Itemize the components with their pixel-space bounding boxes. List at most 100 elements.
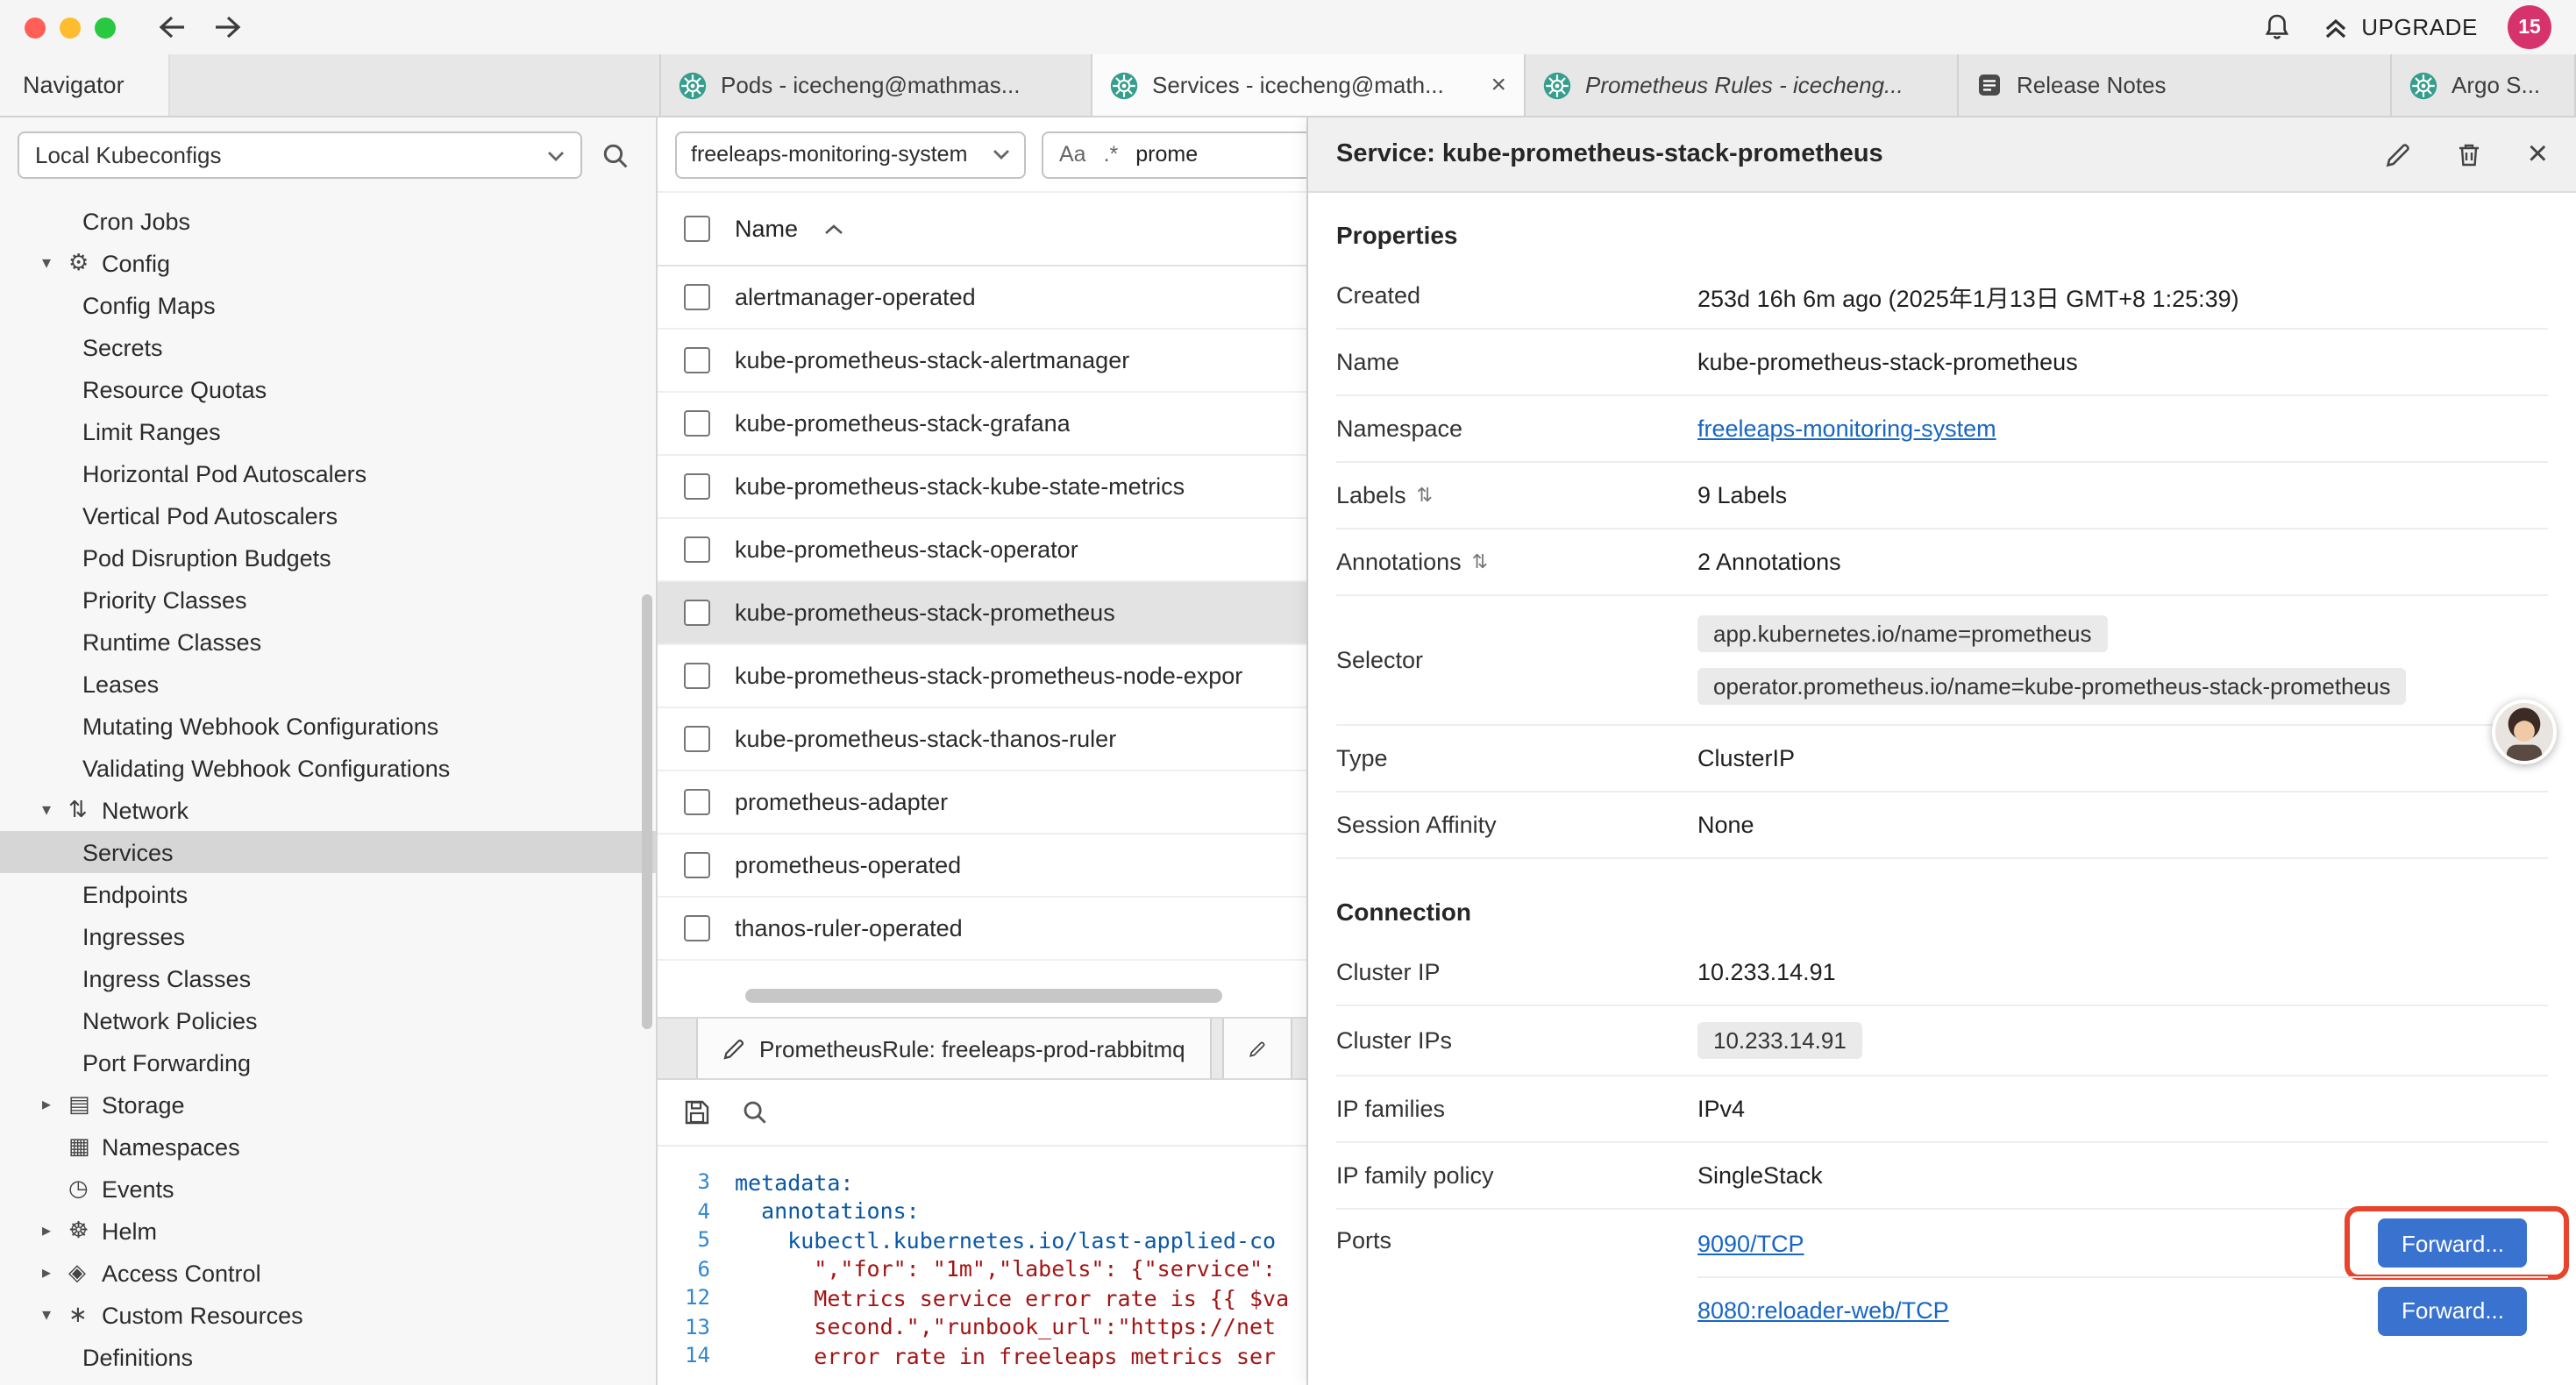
minimize-window-button[interactable]: [60, 17, 81, 38]
kubeconfig-selector[interactable]: Local Kubeconfigs: [18, 131, 582, 179]
row-name: kube-prometheus-stack-kube-state-metrics: [735, 473, 1185, 500]
row-checkbox[interactable]: [684, 536, 710, 563]
resource-search-input[interactable]: Aa .* prome: [1042, 131, 1308, 178]
app-tab[interactable]: Pods - icecheng@mathmas...: [659, 54, 1092, 116]
editor-tab[interactable]: PrometheusRule: freeleaps-prod-rabbitmq: [696, 1019, 1212, 1078]
row-checkbox[interactable]: [684, 789, 710, 815]
delete-button[interactable]: [2458, 141, 2482, 167]
sidebar-tree-item[interactable]: Secrets: [0, 326, 656, 368]
app-tab[interactable]: Argo S...: [2392, 54, 2576, 116]
namespace-selector[interactable]: freeleaps-monitoring-system: [675, 131, 1026, 178]
row-checkbox[interactable]: [684, 663, 710, 689]
sidebar-tree-item[interactable]: Pod Disruption Budgets: [0, 536, 656, 579]
app-tab[interactable]: Release Notes: [1959, 54, 2392, 116]
sidebar-tree-item[interactable]: ▸ ◈ Access Control: [0, 1252, 656, 1294]
close-window-button[interactable]: [25, 17, 46, 38]
sidebar-tree-item[interactable]: Resource Quotas: [0, 368, 656, 410]
sidebar-tree-item[interactable]: Priority Classes: [0, 579, 656, 621]
sidebar-tree-item[interactable]: Horizontal Pod Autoscalers: [0, 452, 656, 494]
table-row[interactable]: thanos-ruler-operated: [658, 898, 1306, 961]
sidebar-tree-item[interactable]: ▦ Namespaces: [0, 1126, 656, 1168]
tab-close-icon[interactable]: ×: [1491, 70, 1506, 100]
app-tab[interactable]: Prometheus Rules - icecheng...: [1526, 54, 1959, 116]
editor-toolbar: [658, 1080, 1306, 1147]
sidebar-tree-item[interactable]: Port Forwarding: [0, 1041, 656, 1083]
row-checkbox[interactable]: [684, 473, 710, 500]
sidebar-tree-item[interactable]: Network Policies: [0, 999, 656, 1041]
sidebar-tree-item[interactable]: ◷ Events: [0, 1168, 656, 1210]
close-drawer-icon[interactable]: ×: [2528, 137, 2548, 172]
port-link[interactable]: 8080:reloader-web/TCP: [1697, 1297, 1949, 1324]
namespace-link[interactable]: freeleaps-monitoring-system: [1697, 416, 1996, 442]
sidebar-tree-item[interactable]: Leases: [0, 663, 656, 705]
row-checkbox[interactable]: [684, 410, 710, 437]
row-name: kube-prometheus-stack-operator: [735, 536, 1078, 563]
row-checkbox[interactable]: [684, 915, 710, 941]
notifications-bell-icon[interactable]: [2261, 12, 2291, 42]
row-checkbox[interactable]: [684, 600, 710, 626]
regex-toggle[interactable]: .*: [1104, 142, 1119, 167]
table-horizontal-scrollbar[interactable]: [675, 989, 1289, 1003]
sidebar-tree-item[interactable]: Endpoints: [0, 873, 656, 915]
name-column-header[interactable]: Name: [735, 216, 798, 242]
table-row[interactable]: kube-prometheus-stack-alertmanager: [658, 330, 1306, 393]
table-row[interactable]: kube-prometheus-stack-kube-state-metrics: [658, 456, 1306, 519]
sort-toggle-icon[interactable]: ⇅: [1417, 484, 1433, 507]
sidebar-tree-item[interactable]: Cron Jobs: [0, 200, 656, 242]
table-row[interactable]: kube-prometheus-stack-grafana: [658, 393, 1306, 456]
forward-button[interactable]: Forward...: [2379, 1218, 2527, 1268]
table-row[interactable]: kube-prometheus-stack-thanos-ruler: [658, 708, 1306, 771]
sidebar-tree-item[interactable]: Config Maps: [0, 284, 656, 326]
table-row[interactable]: kube-prometheus-stack-prometheus-node-ex…: [658, 645, 1306, 708]
editor-search-button[interactable]: [742, 1099, 768, 1126]
forward-button[interactable]: Forward...: [2379, 1286, 2527, 1335]
sort-toggle-icon[interactable]: ⇅: [1472, 550, 1488, 573]
back-button[interactable]: [156, 14, 188, 40]
table-row[interactable]: prometheus-adapter: [658, 771, 1306, 835]
sidebar-tree-item[interactable]: ▸ ▤ Storage: [0, 1083, 656, 1126]
sidebar-tree-item[interactable]: Runtime Classes: [0, 621, 656, 663]
maximize-window-button[interactable]: [95, 17, 116, 38]
sidebar-tree-item[interactable]: ▾ ∗ Custom Resources: [0, 1294, 656, 1336]
sidebar-tree-item[interactable]: Limit Ranges: [0, 410, 656, 452]
sidebar-tree-item[interactable]: Validating Webhook Configurations: [0, 747, 656, 789]
sidebar-tree-item[interactable]: Ingress Classes: [0, 957, 656, 999]
sidebar-tree-item[interactable]: Ingresses: [0, 915, 656, 957]
editor-tab-partial[interactable]: [1222, 1019, 1292, 1078]
tree-item-label: Services: [82, 839, 174, 865]
upgrade-button[interactable]: UPGRADE: [2321, 13, 2478, 41]
app-tab[interactable]: Services - icecheng@math... ×: [1092, 54, 1526, 116]
forward-nav-button[interactable]: [212, 14, 244, 40]
sidebar-search-icon[interactable]: [601, 141, 630, 169]
port-link[interactable]: 9090/TCP: [1697, 1230, 1804, 1256]
details-drawer: Service: kube-prometheus-stack-prometheu…: [1308, 117, 2576, 1385]
row-checkbox[interactable]: [684, 284, 710, 310]
tab-icon: [2409, 71, 2437, 99]
sidebar-scrollbar-thumb[interactable]: [642, 594, 652, 1029]
edit-button[interactable]: [2386, 141, 2412, 167]
sidebar-tree-item[interactable]: Mutating Webhook Configurations: [0, 705, 656, 747]
table-row[interactable]: prometheus-operated: [658, 835, 1306, 898]
sidebar-tree-item[interactable]: Definitions: [0, 1336, 656, 1378]
table-row[interactable]: kube-prometheus-stack-operator: [658, 519, 1306, 582]
user-avatar[interactable]: [2492, 700, 2557, 764]
save-button[interactable]: [684, 1099, 710, 1126]
row-checkbox[interactable]: [684, 347, 710, 373]
sidebar-tree-item[interactable]: ▸ ☸ Helm: [0, 1210, 656, 1252]
tree-item-label: Definitions: [82, 1344, 193, 1370]
match-case-toggle[interactable]: Aa: [1059, 142, 1086, 167]
table-row[interactable]: kube-prometheus-stack-prometheus: [658, 582, 1306, 645]
row-checkbox[interactable]: [684, 852, 710, 878]
table-row[interactable]: alertmanager-operated: [658, 266, 1306, 330]
tab-title: Services - icecheng@math...: [1152, 72, 1473, 98]
sidebar-tree-item[interactable]: Services: [0, 831, 656, 873]
sidebar-tree-item[interactable]: ▾ ⚙ Config: [0, 242, 656, 284]
sidebar-tree-item[interactable]: ▾ ⇅ Network: [0, 789, 656, 831]
row-checkbox[interactable]: [684, 726, 710, 752]
scrollbar-thumb[interactable]: [745, 989, 1222, 1003]
sidebar-tree-item[interactable]: Vertical Pod Autoscalers: [0, 494, 656, 536]
notification-count-badge[interactable]: 15: [2508, 5, 2551, 49]
detail-label: IP family policy: [1336, 1162, 1697, 1189]
line-number: 6: [658, 1257, 735, 1282]
select-all-checkbox[interactable]: [684, 216, 710, 242]
